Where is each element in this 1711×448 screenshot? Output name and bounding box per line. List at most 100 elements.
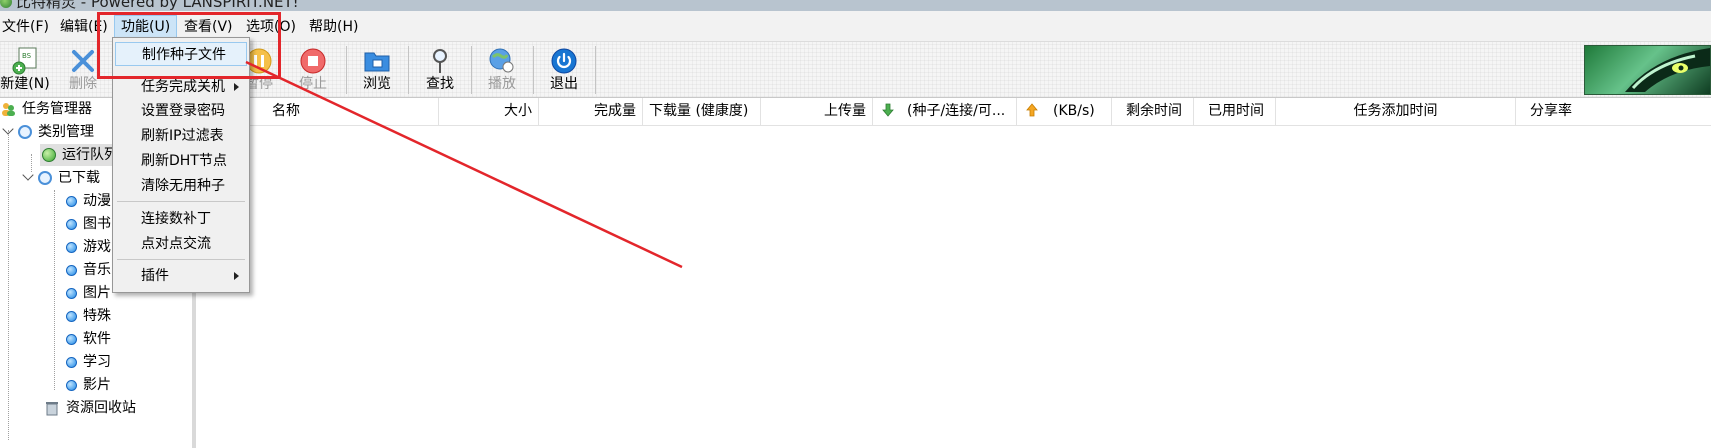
- tree-label: 特殊: [83, 308, 111, 324]
- tree-guide-line: [54, 190, 55, 390]
- column-elapsed-time[interactable]: 已用时间: [1194, 98, 1276, 125]
- task-list-header: 名称 大小 完成量 下载量 (健康度) 上传量 (种子/连接/可... (KB/…: [196, 98, 1711, 126]
- tree-label: 动漫: [83, 193, 111, 209]
- column-seeds-connections[interactable]: (种子/连接/可...: [873, 98, 1017, 125]
- column-uploaded[interactable]: 上传量: [761, 98, 873, 125]
- tree-label: 资源回收站: [66, 400, 136, 416]
- app-icon: [0, 0, 12, 8]
- svg-text:BS: BS: [22, 52, 32, 60]
- tree-item-task-manager[interactable]: 任务管理器: [0, 98, 92, 120]
- search-icon: [433, 49, 447, 73]
- chevron-down-icon[interactable]: [22, 169, 34, 181]
- eye-logo-icon: [1625, 48, 1710, 92]
- menu-separator: [117, 259, 245, 260]
- tree-item-category-manager[interactable]: 类别管理: [2, 121, 94, 143]
- category-dot-icon: [66, 287, 77, 299]
- tree-label: 学习: [83, 354, 111, 370]
- tree-item-downloaded[interactable]: 已下载: [22, 167, 100, 189]
- toolbar-separator: [595, 46, 596, 94]
- chevron-down-icon[interactable]: [2, 123, 14, 135]
- tree-item-category[interactable]: 动漫: [66, 190, 111, 212]
- exit-button-label: 退出: [550, 76, 578, 92]
- menu-help[interactable]: 帮助(H): [303, 16, 364, 38]
- tree-label: 图片: [83, 285, 111, 301]
- globe-play-icon: [489, 48, 514, 73]
- menu-item-set-login-password[interactable]: 设置登录密码: [115, 99, 247, 123]
- tree-label: 已下载: [58, 170, 100, 186]
- find-button-label: 查找: [426, 76, 454, 92]
- exit-button[interactable]: 退出: [533, 42, 595, 97]
- folder-browse-icon: [364, 52, 390, 72]
- column-share-ratio[interactable]: 分享率: [1516, 98, 1711, 125]
- tree-item-category[interactable]: 音乐: [66, 259, 111, 281]
- menu-item-refresh-dht[interactable]: 刷新DHT节点: [115, 149, 247, 173]
- column-completed[interactable]: 完成量: [539, 98, 643, 125]
- category-dot-icon: [66, 195, 77, 207]
- new-button-label: 新建(N): [0, 76, 50, 92]
- menu-item-label: 插件: [141, 268, 169, 284]
- tree-guide-line: [8, 130, 9, 440]
- new-torrent-icon: BS: [12, 47, 37, 75]
- delete-x-icon: [72, 50, 94, 72]
- tree-item-category[interactable]: 学习: [66, 351, 111, 373]
- running-icon: [42, 148, 56, 162]
- category-dot-icon: [66, 379, 77, 391]
- menu-item-clear-unused-torrents[interactable]: 清除无用种子: [115, 174, 247, 198]
- browse-button[interactable]: 浏览: [346, 42, 408, 97]
- annotation-highlight-box: [97, 12, 281, 79]
- column-size[interactable]: 大小: [439, 98, 539, 125]
- tree-item-category[interactable]: 图片: [66, 282, 111, 304]
- menu-separator: [117, 201, 245, 202]
- tree-item-category[interactable]: 影片: [66, 374, 111, 396]
- column-upload-speed[interactable]: (KB/s): [1017, 98, 1112, 125]
- play-button-label: 播放: [488, 76, 516, 92]
- tree-label: 任务管理器: [22, 101, 92, 117]
- menu-item-plugins[interactable]: 插件: [115, 264, 247, 288]
- category-dot-icon: [66, 241, 77, 253]
- new-button[interactable]: BS 新建(N): [0, 42, 56, 97]
- column-remaining-time[interactable]: 剩余时间: [1112, 98, 1194, 125]
- tree-label: 图书: [83, 216, 111, 232]
- tree-label: 软件: [83, 331, 111, 347]
- column-label: (KB/s): [1053, 103, 1095, 119]
- menu-item-refresh-ip-filter[interactable]: 刷新IP过滤表: [115, 124, 247, 148]
- find-button[interactable]: 查找: [409, 42, 471, 97]
- category-dot-icon: [66, 218, 77, 230]
- menu-item-connection-patch[interactable]: 连接数补丁: [115, 207, 247, 231]
- tree-item-category[interactable]: 特殊: [66, 305, 111, 327]
- brand-banner: [1584, 45, 1711, 95]
- tree-item-category[interactable]: 游戏: [66, 236, 111, 258]
- category-dot-icon: [66, 264, 77, 276]
- menu-file[interactable]: 文件(F): [0, 16, 55, 38]
- trash-icon: [46, 402, 58, 416]
- download-arrow-icon: [882, 103, 894, 117]
- people-icon: [2, 103, 15, 116]
- window-title: 比特精灵 - Powered by LANSPIRIT.NET!: [16, 0, 299, 11]
- tree-item-recycle-bin[interactable]: 资源回收站: [44, 397, 136, 419]
- power-icon: [551, 48, 577, 74]
- tree-label: 类别管理: [38, 124, 94, 140]
- title-bar: 比特精灵 - Powered by LANSPIRIT.NET!: [0, 0, 1711, 11]
- category-dot-icon: [66, 310, 77, 322]
- browse-button-label: 浏览: [363, 76, 391, 92]
- category-dot-icon: [66, 333, 77, 345]
- submenu-arrow-icon: [234, 272, 239, 280]
- stop-button[interactable]: 停止: [282, 42, 344, 97]
- tree-label: 音乐: [83, 262, 111, 278]
- download-icon: [38, 171, 52, 185]
- upload-arrow-icon: [1026, 103, 1038, 117]
- category-dot-icon: [66, 356, 77, 368]
- menu-item-p2p-chat[interactable]: 点对点交流: [115, 232, 247, 256]
- tree-item-category[interactable]: 图书: [66, 213, 111, 235]
- menu-item-label: 任务完成关机: [141, 79, 225, 95]
- tree-label: 游戏: [83, 239, 111, 255]
- submenu-arrow-icon: [234, 83, 239, 91]
- play-button[interactable]: 播放: [471, 42, 533, 97]
- stop-button-label: 停止: [299, 76, 327, 92]
- tree-label: 运行队列: [62, 147, 118, 163]
- column-added-time[interactable]: 任务添加时间: [1276, 98, 1516, 125]
- category-icon: [18, 125, 32, 139]
- tree-label: 影片: [83, 377, 111, 393]
- tree-item-category[interactable]: 软件: [66, 328, 111, 350]
- column-downloaded-health[interactable]: 下载量 (健康度): [643, 98, 761, 125]
